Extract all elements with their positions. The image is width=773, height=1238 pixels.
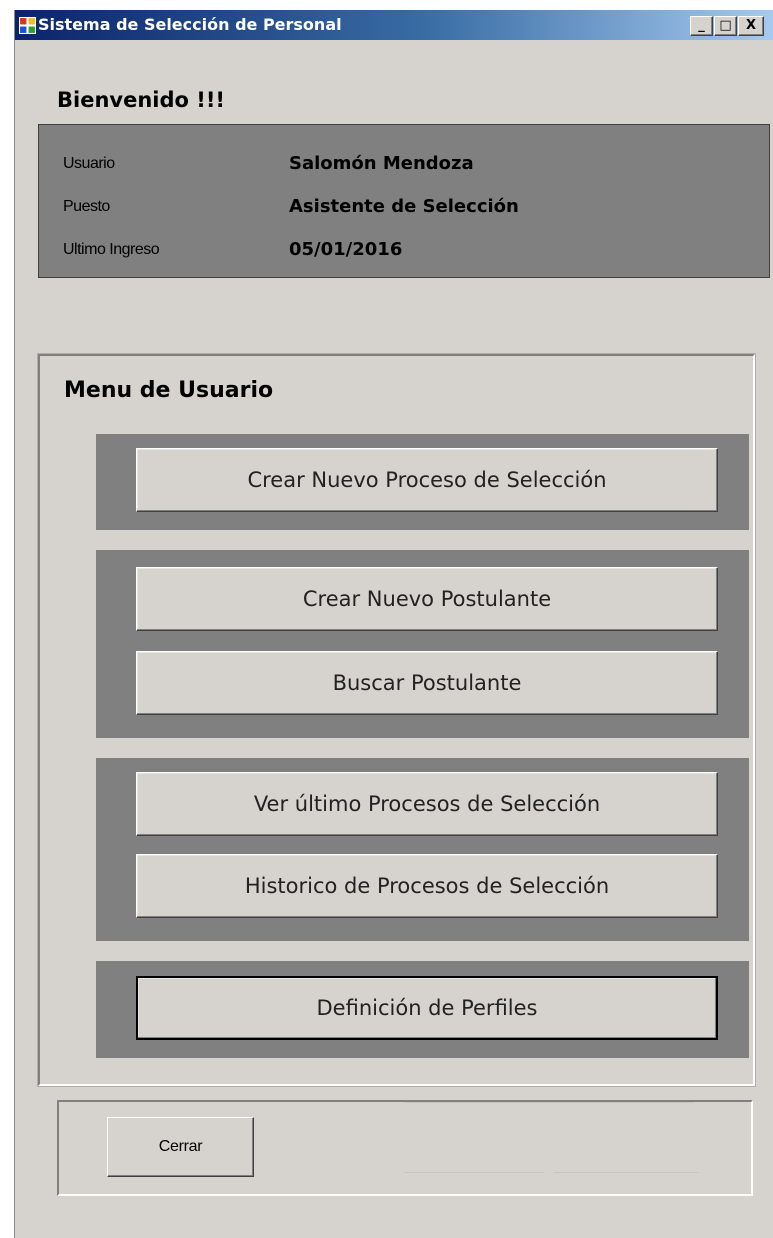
- footer-group: Cerrar: [57, 1100, 753, 1196]
- create-process-button[interactable]: Crear Nuevo Proceso de Selección: [136, 448, 718, 512]
- profiles-panel: Definición de Perfiles: [96, 961, 749, 1058]
- view-last-processes-button[interactable]: Ver último Procesos de Selección: [136, 772, 718, 836]
- window-title: Sistema de Selección de Personal: [38, 15, 342, 34]
- close-icon: X: [745, 18, 757, 33]
- maximize-button[interactable]: □: [714, 16, 737, 36]
- last-login-value: 05/01/2016: [289, 239, 403, 260]
- title-bar[interactable]: Sistema de Selección de Personal _ □ X: [15, 10, 773, 40]
- main-window: Sistema de Selección de Personal _ □ X B…: [14, 10, 773, 1238]
- profile-definition-button[interactable]: Definición de Perfiles: [136, 976, 718, 1040]
- minimize-icon: _: [698, 18, 705, 33]
- last-login-label: Ultimo Ingreso: [63, 241, 160, 258]
- position-value: Asistente de Selección: [289, 196, 519, 217]
- close-window-button[interactable]: X: [738, 16, 764, 36]
- user-menu-group: Menu de Usuario Crear Nuevo Proceso de S…: [37, 353, 756, 1087]
- welcome-heading: Bienvenido !!!: [57, 88, 225, 112]
- create-applicant-button[interactable]: Crear Nuevo Postulante: [136, 567, 718, 631]
- menu-title: Menu de Usuario: [64, 378, 274, 403]
- user-info-panel: Usuario Salomón Mendoza Puesto Asistente…: [38, 124, 770, 278]
- divider: [404, 1172, 544, 1173]
- app-icon: [19, 17, 36, 34]
- divider: [554, 1172, 699, 1173]
- applicant-panel: Crear Nuevo Postulante Buscar Postulante: [96, 550, 749, 738]
- user-label: Usuario: [63, 155, 115, 172]
- process-history-button[interactable]: Historico de Procesos de Selección: [136, 854, 718, 918]
- divider: [404, 1102, 694, 1103]
- process-panel: Crear Nuevo Proceso de Selección: [96, 434, 749, 530]
- position-label: Puesto: [63, 198, 110, 215]
- user-value: Salomón Mendoza: [289, 153, 474, 174]
- close-button[interactable]: Cerrar: [107, 1117, 254, 1177]
- minimize-button[interactable]: _: [690, 16, 713, 36]
- search-applicant-button[interactable]: Buscar Postulante: [136, 651, 718, 715]
- maximize-icon: □: [719, 18, 732, 33]
- history-panel: Ver último Procesos de Selección Histori…: [96, 758, 749, 941]
